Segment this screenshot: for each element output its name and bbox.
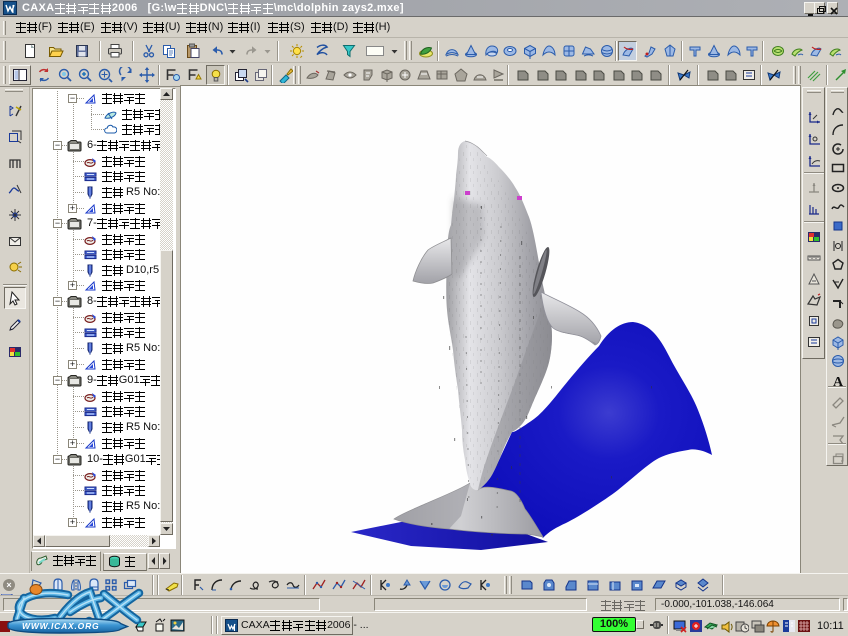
svg-text:WWW.ICAX.ORG: WWW.ICAX.ORG: [22, 621, 99, 631]
